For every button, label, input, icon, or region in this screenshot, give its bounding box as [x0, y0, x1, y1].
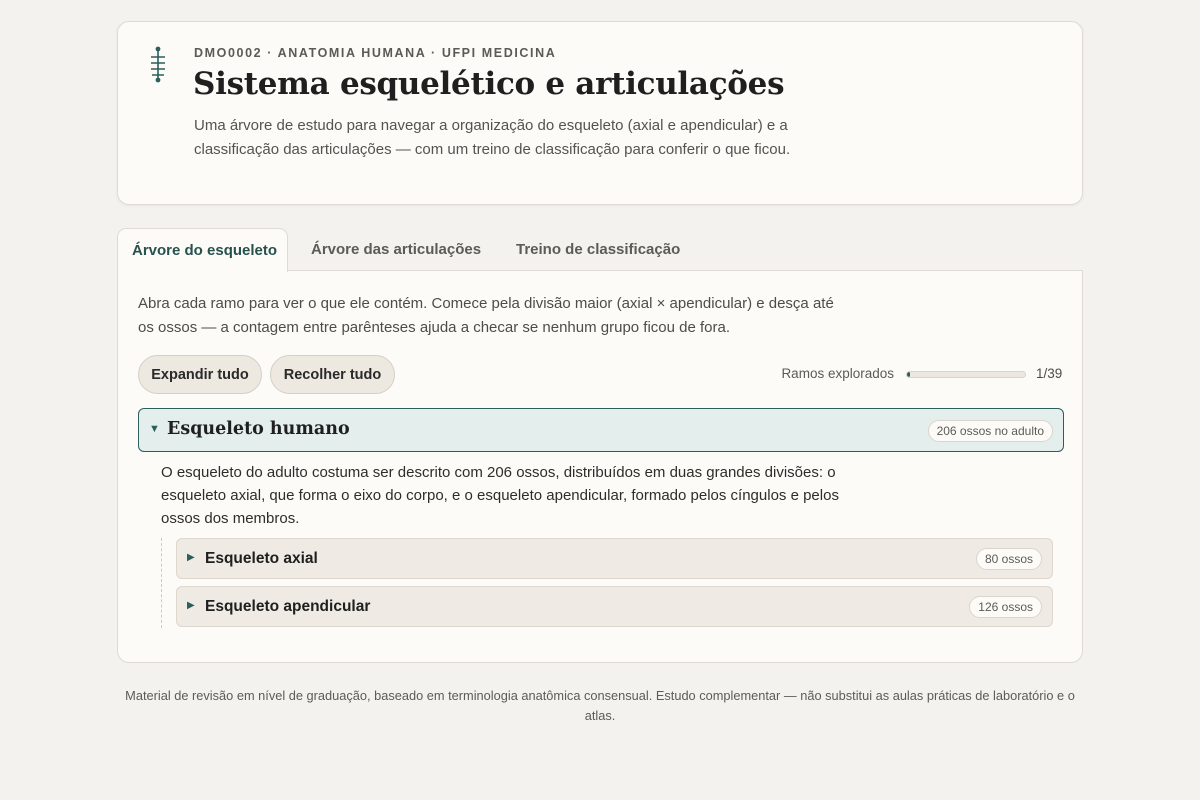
collapse-all-button[interactable]: Recolher tudo [270, 355, 395, 394]
tab-joints-tree[interactable]: Árvore das articulações [297, 228, 495, 271]
caret-right-icon: ▶ [187, 552, 195, 563]
tree-guide-line [161, 538, 162, 628]
progress-bar [906, 371, 1026, 378]
page-subtitle: Uma árvore de estudo para navegar a orga… [194, 117, 791, 158]
tab-skeleton-tree[interactable]: Árvore do esqueleto [117, 228, 288, 272]
bone-count-badge: 126 ossos [969, 596, 1042, 618]
tree-node-appendicular[interactable]: ▶ Esqueleto apendicular 126 ossos [176, 586, 1053, 627]
course-kicker: DMO0002 · ANATOMIA HUMANA · UFPI MEDICIN… [194, 46, 557, 60]
footer-note: Material de revisão em nível de graduaçã… [125, 688, 1075, 723]
tab-panel: Abra cada ramo para ver o que ele contém… [117, 270, 1083, 663]
progress-label: Ramos explorados [781, 366, 894, 381]
bone-count-badge: 80 ossos [975, 548, 1042, 570]
tree-node-title: Esqueleto apendicular [205, 598, 371, 615]
progress-fill [907, 372, 911, 377]
spine-icon [151, 46, 165, 83]
caret-right-icon: ▶ [187, 600, 195, 611]
tree-node-description: O esqueleto do adulto costuma ser descri… [161, 464, 839, 527]
page-title: Sistema esquelético e articulações [193, 66, 785, 102]
caret-down-icon: ▼ [149, 423, 160, 435]
bone-count-badge: 206 ossos no adulto [927, 420, 1053, 442]
tree-node-title: Esqueleto axial [205, 550, 318, 567]
tree-node-skeleton[interactable]: ▼ Esqueleto humano 206 ossos no adulto [138, 408, 1064, 452]
tree-node-axial[interactable]: ▶ Esqueleto axial 80 ossos [176, 538, 1053, 579]
progress-count: 1/39 [1036, 366, 1063, 381]
tree-node-title: Esqueleto humano [167, 419, 350, 439]
tab-classification-training[interactable]: Treino de classificação [502, 228, 694, 271]
expand-all-button[interactable]: Expandir tudo [138, 355, 262, 394]
header-card: DMO0002 · ANATOMIA HUMANA · UFPI MEDICIN… [117, 21, 1083, 205]
panel-intro: Abra cada ramo para ver o que ele contém… [138, 295, 834, 336]
